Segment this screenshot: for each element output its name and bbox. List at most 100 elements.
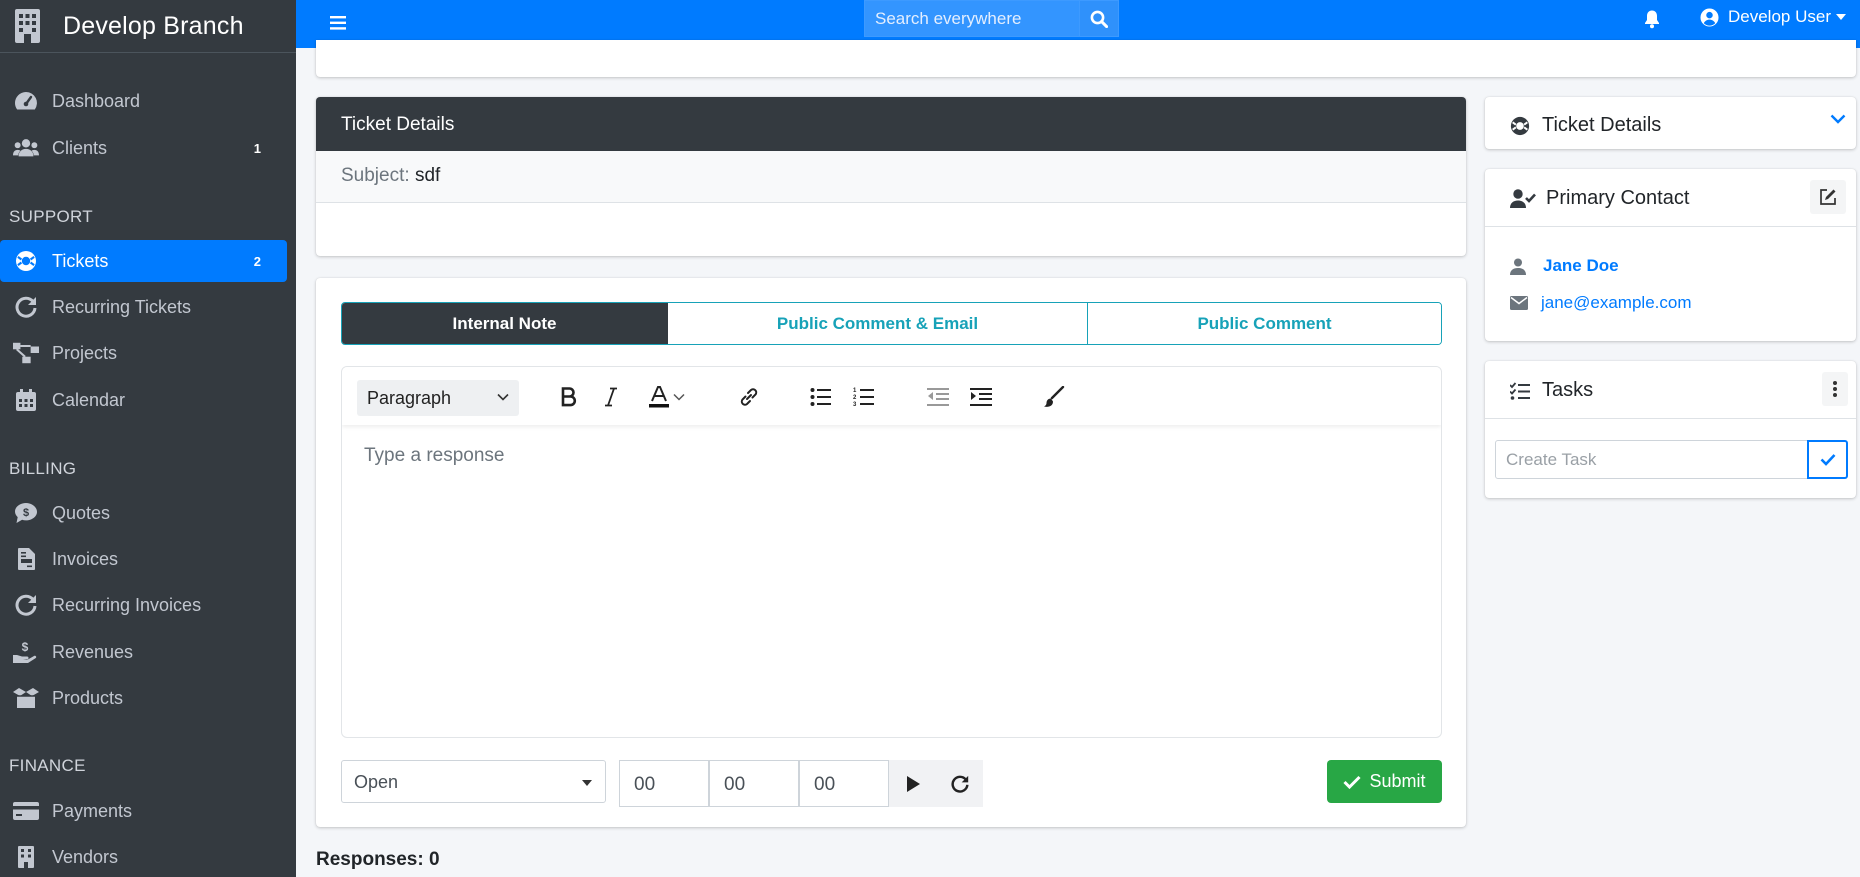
tasks-title: Tasks	[1542, 379, 1594, 401]
submit-label: Submit	[1369, 771, 1426, 791]
contact-name-link[interactable]: Jane Doe	[1543, 256, 1619, 276]
primary-contact-card: Primary Contact Jane Doe jane@example.co…	[1485, 169, 1856, 341]
timer-hours-input[interactable]: 00	[619, 760, 709, 807]
sidebar-item-label: Products	[52, 687, 124, 708]
brush-icon	[1043, 386, 1065, 408]
clients-count-badge: 1	[253, 140, 261, 156]
calendar-icon	[13, 387, 39, 413]
sidebar-item-projects[interactable]: Projects	[0, 332, 287, 374]
bullet-list-button[interactable]	[807, 383, 835, 411]
sidebar-item-calendar[interactable]: Calendar	[0, 379, 287, 421]
editor-content-area[interactable]: Type a response	[342, 425, 1441, 737]
nav-header-billing: BILLING	[9, 459, 77, 478]
vertical-dots-icon[interactable]	[1822, 372, 1848, 406]
sidebar-item-label: Recurring Invoices	[52, 594, 202, 615]
timer-start-button[interactable]	[889, 760, 936, 807]
user-menu-dropdown[interactable]: Develop User	[1700, 7, 1846, 27]
tasks-header: Tasks	[1510, 379, 1593, 402]
text-color-icon	[648, 386, 670, 408]
brand-name: Develop Branch	[63, 11, 244, 40]
sidebar-item-tickets[interactable]: Tickets 2	[0, 240, 287, 282]
rich-text-editor: Paragraph 123 Type a response	[341, 366, 1442, 738]
sidebar-item-recurring-invoices[interactable]: Recurring Invoices	[0, 584, 287, 626]
user-check-icon	[1510, 188, 1536, 209]
sidebar-item-label: Quotes	[52, 502, 111, 523]
search-button[interactable]	[1079, 0, 1119, 37]
ticket-details-side-header: Ticket Details	[1510, 114, 1661, 137]
remove-format-button[interactable]	[1040, 383, 1068, 411]
tickets-count-badge: 2	[253, 253, 261, 269]
sidebar-item-label: Tickets	[52, 250, 109, 271]
sidebar-item-label: Vendors	[52, 846, 119, 867]
outdent-button[interactable]	[924, 383, 952, 411]
sidebar-item-clients[interactable]: Clients 1	[0, 127, 287, 169]
ticket-details-side-card[interactable]: Ticket Details	[1485, 97, 1856, 149]
tab-internal-note[interactable]: Internal Note	[342, 303, 668, 344]
timer-reset-button[interactable]	[936, 760, 983, 807]
timer-minutes-input[interactable]: 00	[709, 760, 799, 807]
subject-value: sdf	[414, 165, 441, 186]
tasks-icon	[1510, 381, 1530, 400]
block-format-select[interactable]: Paragraph	[357, 380, 519, 416]
sidebar-item-vendors[interactable]: Vendors	[0, 836, 287, 877]
caret-down-icon	[582, 780, 592, 786]
svg-text:$: $	[22, 641, 29, 654]
submit-button[interactable]: Submit	[1327, 760, 1442, 803]
tab-public-comment-email[interactable]: Public Comment & Email	[668, 303, 1088, 344]
search-icon	[1090, 10, 1108, 28]
create-task-input[interactable]	[1495, 440, 1808, 479]
divider	[1485, 226, 1856, 227]
redo-icon	[13, 294, 39, 320]
search-input[interactable]	[864, 0, 1079, 37]
create-task-button[interactable]	[1807, 440, 1848, 479]
sidebar-item-quotes[interactable]: $ Quotes	[0, 492, 287, 534]
notifications-bell-icon[interactable]	[1644, 9, 1660, 29]
sidebar-item-invoices[interactable]: Invoices	[0, 538, 287, 580]
redo-icon	[950, 775, 969, 793]
brand-link[interactable]: Develop Branch	[0, 0, 296, 53]
chevron-down-icon[interactable]	[1830, 113, 1846, 125]
hamburger-menu-icon[interactable]	[326, 10, 354, 38]
contact-email-link[interactable]: jane@example.com	[1541, 293, 1692, 313]
numbered-list-icon: 123	[853, 387, 875, 407]
italic-button[interactable]	[597, 383, 625, 411]
primary-contact-header: Primary Contact	[1510, 187, 1689, 210]
user-icon	[1510, 258, 1526, 275]
ticket-details-card: Ticket Details Subject: sdf	[316, 97, 1466, 256]
contact-email-row: jane@example.com	[1510, 293, 1692, 313]
sidebar-item-dashboard[interactable]: Dashboard	[0, 80, 287, 122]
sidebar-item-label: Calendar	[52, 389, 126, 410]
top-card-strip	[316, 40, 1856, 77]
numbered-list-button[interactable]: 123	[850, 383, 878, 411]
tab-public-comment[interactable]: Public Comment	[1088, 303, 1441, 344]
sidebar-item-recurring-tickets[interactable]: Recurring Tickets	[0, 286, 287, 328]
caret-down-icon	[1836, 14, 1846, 20]
edit-contact-button[interactable]	[1810, 180, 1846, 214]
bullet-list-icon	[810, 387, 832, 407]
block-format-value: Paragraph	[367, 387, 452, 408]
primary-contact-title: Primary Contact	[1546, 187, 1690, 209]
box-open-icon	[13, 685, 39, 711]
indent-button[interactable]	[967, 383, 995, 411]
building-icon	[13, 844, 39, 870]
play-icon	[906, 775, 920, 792]
sidebar-item-payments[interactable]: Payments	[0, 790, 287, 832]
text-color-dropdown[interactable]	[669, 383, 689, 411]
status-select[interactable]: Open	[341, 760, 606, 803]
reply-type-tabs: Internal Note Public Comment & Email Pub…	[341, 302, 1442, 345]
bold-button[interactable]	[555, 383, 583, 411]
check-icon	[1343, 775, 1362, 789]
divider	[1485, 418, 1856, 419]
sidebar-item-revenues[interactable]: $ Revenues	[0, 631, 287, 673]
envelope-icon	[1510, 296, 1528, 310]
sidebar-item-label: Invoices	[52, 548, 119, 569]
users-icon	[13, 135, 39, 161]
link-icon	[738, 386, 760, 408]
outdent-icon	[927, 387, 949, 407]
timer-seconds-input[interactable]: 00	[799, 760, 889, 807]
link-button[interactable]	[735, 383, 763, 411]
sidebar-item-label: Projects	[52, 342, 118, 363]
sidebar-item-products[interactable]: Products	[0, 677, 287, 719]
reply-card: Internal Note Public Comment & Email Pub…	[316, 278, 1466, 827]
hand-holding-usd-icon: $	[13, 639, 39, 665]
